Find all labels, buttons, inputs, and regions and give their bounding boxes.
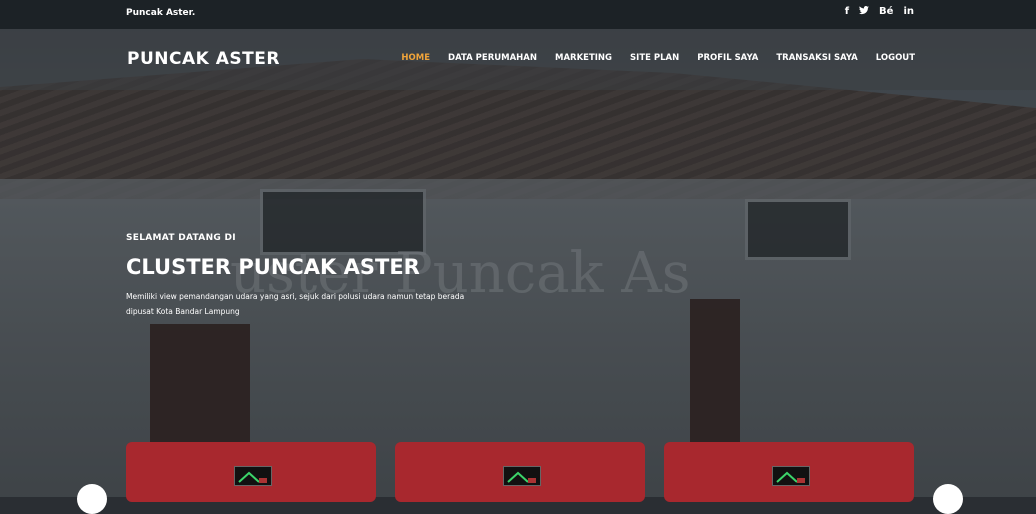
nav-item-site-plan[interactable]: SITE PLAN bbox=[630, 53, 679, 63]
hero-description: Memiliki view pemandangan udara yang asr… bbox=[126, 292, 465, 316]
hero-title: CLUSTER PUNCAK ASTER bbox=[126, 255, 420, 279]
linkedin-icon[interactable]: in bbox=[903, 6, 914, 18]
hero-content: SELAMAT DATANG DI CLUSTER PUNCAK ASTER M… bbox=[126, 233, 466, 319]
topbar-brand: Puncak Aster. bbox=[126, 8, 196, 18]
top-bar: Puncak Aster. f Bé in bbox=[0, 0, 1036, 29]
main-navbar: PUNCAK ASTER HOME DATA PERUMAHAN MARKETI… bbox=[0, 29, 1036, 90]
feature-card[interactable] bbox=[126, 442, 376, 502]
site-logo[interactable]: PUNCAK ASTER bbox=[127, 49, 280, 69]
carousel-prev-button[interactable] bbox=[77, 484, 107, 514]
twitter-icon[interactable] bbox=[859, 6, 870, 18]
house-logo-icon bbox=[503, 466, 541, 486]
feature-card[interactable] bbox=[395, 442, 645, 502]
feature-card[interactable] bbox=[664, 442, 914, 502]
nav-item-transaksi-saya[interactable]: TRANSAKSI SAYA bbox=[776, 53, 857, 63]
behance-icon[interactable]: Bé bbox=[879, 6, 893, 18]
house-logo-icon bbox=[772, 466, 810, 486]
nav-menu: HOME DATA PERUMAHAN MARKETING SITE PLAN … bbox=[401, 53, 915, 63]
nav-item-logout[interactable]: LOGOUT bbox=[876, 53, 915, 63]
nav-item-home[interactable]: HOME bbox=[401, 53, 430, 63]
social-links: f Bé in bbox=[845, 6, 914, 18]
carousel-next-button[interactable] bbox=[933, 484, 963, 514]
house-logo-icon bbox=[234, 466, 272, 486]
facebook-icon[interactable]: f bbox=[845, 6, 849, 18]
nav-item-data-perumahan[interactable]: DATA PERUMAHAN bbox=[448, 53, 537, 63]
hero-kicker: SELAMAT DATANG DI bbox=[126, 233, 236, 243]
nav-item-marketing[interactable]: MARKETING bbox=[555, 53, 612, 63]
nav-item-profil-saya[interactable]: PROFIL SAYA bbox=[697, 53, 758, 63]
